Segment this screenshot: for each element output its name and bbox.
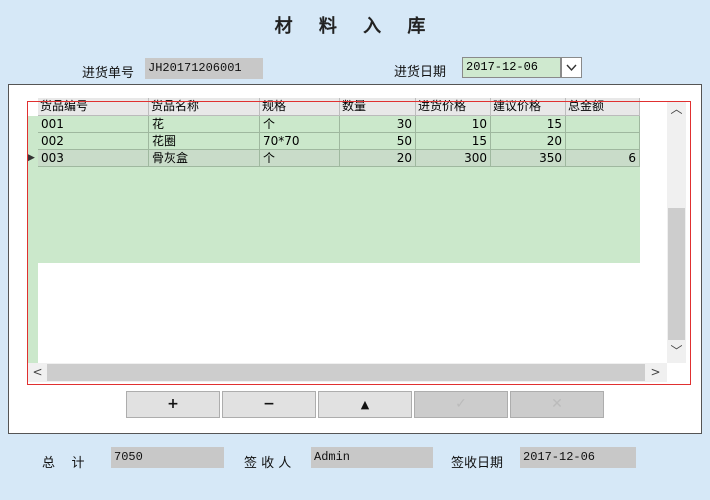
receipt-date-field[interactable]: 2017-12-06 <box>462 57 561 78</box>
total-label: 总 计 <box>42 456 85 471</box>
receipt-number-field[interactable]: JH20171206001 <box>145 58 263 79</box>
page-title: 材 料 入 库 <box>274 16 436 37</box>
receiver-field[interactable]: Admin <box>311 447 433 468</box>
receipt-date-label: 进货日期 <box>394 65 447 80</box>
chevron-down-icon <box>566 64 577 72</box>
add-row-button[interactable]: + <box>126 391 220 418</box>
confirm-button[interactable]: ✓ <box>414 391 508 418</box>
receive-date-field[interactable]: 2017-12-06 <box>520 447 636 468</box>
date-dropdown-button[interactable] <box>561 57 582 78</box>
cancel-button[interactable]: ✕ <box>510 391 604 418</box>
receiver-label: 签 收 人 <box>244 456 292 471</box>
receive-date-label: 签收日期 <box>451 456 504 471</box>
grid-border <box>27 101 691 385</box>
move-up-button[interactable]: ▲ <box>318 391 412 418</box>
receipt-number-label: 进货单号 <box>82 66 135 81</box>
total-field[interactable]: 7050 <box>111 447 224 468</box>
remove-row-button[interactable]: − <box>222 391 316 418</box>
